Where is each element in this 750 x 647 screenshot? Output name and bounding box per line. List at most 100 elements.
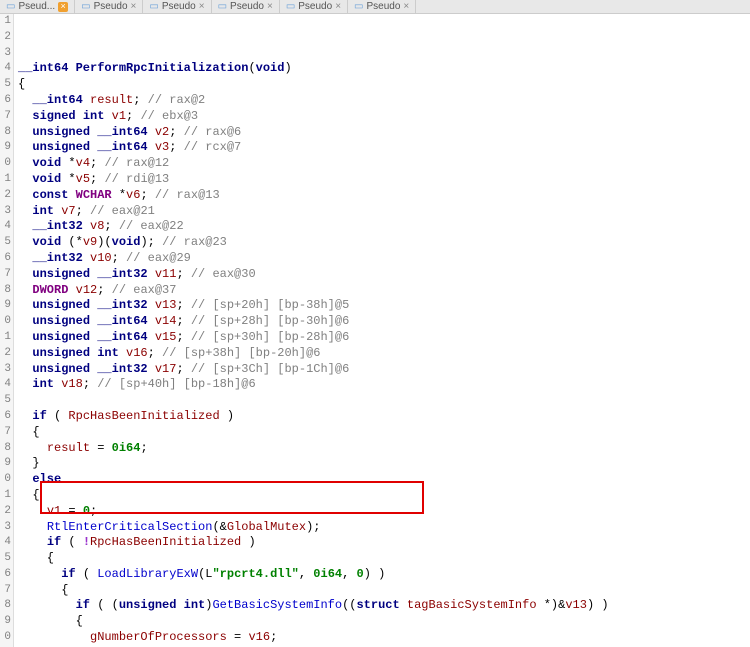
gutter-line: 5: [0, 393, 11, 409]
token-sym: ;: [90, 504, 97, 518]
token-sym: [18, 504, 47, 518]
token-sym: *: [119, 188, 126, 202]
code-line[interactable]: if ( LoadLibraryExW(L"rpcrt4.dll", 0i64,…: [18, 567, 750, 583]
token-sym: [18, 109, 32, 123]
gutter-line: 7: [0, 267, 11, 283]
token-sym: [18, 598, 76, 612]
gutter-line: 0: [0, 156, 11, 172]
token-sym: ;: [90, 172, 104, 186]
tab[interactable]: ▭Pseudo×: [75, 0, 143, 13]
token-sym: {: [18, 583, 68, 597]
code-line[interactable]: unsigned __int32 v17; // [sp+3Ch] [bp-1C…: [18, 362, 750, 378]
code-line[interactable]: gNumberOfProcessors = v16;: [18, 630, 750, 646]
code-line[interactable]: unsigned __int32 v11; // eax@30: [18, 267, 750, 283]
token-kw: __int64: [18, 61, 76, 75]
code-line[interactable]: result = 0i64;: [18, 441, 750, 457]
token-kw: void: [32, 156, 68, 170]
token-id: v12: [76, 283, 98, 297]
code-line[interactable]: {: [18, 488, 750, 504]
token-sym: ;: [104, 219, 118, 233]
code-line[interactable]: void *v4; // rax@12: [18, 156, 750, 172]
code-line[interactable]: {: [18, 583, 750, 599]
close-icon[interactable]: ×: [267, 1, 273, 12]
token-num: 0: [83, 504, 90, 518]
token-sym: (&: [212, 520, 226, 534]
code-line[interactable]: else: [18, 472, 750, 488]
code-line[interactable]: DWORD v12; // eax@37: [18, 283, 750, 299]
token-sym: ;: [169, 125, 183, 139]
code-line[interactable]: __int32 v10; // eax@29: [18, 251, 750, 267]
code-line[interactable]: unsigned __int64 v2; // rax@6: [18, 125, 750, 141]
token-sym: [18, 188, 32, 202]
code-line[interactable]: __int64 PerformRpcInitialization(void): [18, 61, 750, 77]
gutter-line: 3: [0, 362, 11, 378]
code-line[interactable]: v1 = 0;: [18, 504, 750, 520]
code-line[interactable]: __int64 result; // rax@2: [18, 93, 750, 109]
code-line[interactable]: }: [18, 456, 750, 472]
token-sym: ,: [299, 567, 313, 581]
code-line[interactable]: signed int v1; // ebx@3: [18, 109, 750, 125]
code-editor[interactable]: 1234567890123456789012345678901234567890…: [0, 14, 750, 647]
token-cmt: // rax@2: [148, 93, 206, 107]
gutter-line: 0: [0, 630, 11, 646]
token-sym: ,: [342, 567, 356, 581]
token-sym: );: [140, 235, 162, 249]
tab[interactable]: ▭Pseudo×: [143, 0, 211, 13]
close-icon[interactable]: ×: [58, 2, 68, 12]
code-line[interactable]: [18, 393, 750, 409]
code-line[interactable]: unsigned __int64 v14; // [sp+28h] [bp-30…: [18, 314, 750, 330]
token-sym: {: [18, 488, 40, 502]
token-sym: (*: [68, 235, 82, 249]
token-sym: (: [61, 535, 83, 549]
token-id: v13: [155, 298, 177, 312]
token-sym: (: [248, 61, 255, 75]
close-icon[interactable]: ×: [403, 1, 409, 12]
token-kw: unsigned __int32: [32, 298, 154, 312]
gutter-line: 3: [0, 520, 11, 536]
token-sym: ;: [176, 298, 190, 312]
token-cmt: // eax@29: [126, 251, 191, 265]
gutter-line: 9: [0, 298, 11, 314]
code-area[interactable]: __int64 PerformRpcInitialization(void){ …: [14, 14, 750, 647]
tab[interactable]: ▭Pseud...×: [0, 0, 75, 13]
code-line[interactable]: unsigned int v16; // [sp+38h] [bp-20h]@6: [18, 346, 750, 362]
code-line[interactable]: RtlEnterCriticalSection(&GlobalMutex);: [18, 520, 750, 536]
line-gutter: 1234567890123456789012345678901234567890: [0, 14, 14, 647]
gutter-line: 5: [0, 235, 11, 251]
token-sym: [18, 204, 32, 218]
code-line[interactable]: int v18; // [sp+40h] [bp-18h]@6: [18, 377, 750, 393]
close-icon[interactable]: ×: [335, 1, 341, 12]
code-line[interactable]: {: [18, 77, 750, 93]
token-sym: [18, 219, 32, 233]
gutter-line: 7: [0, 583, 11, 599]
token-cmt: // rax@12: [104, 156, 169, 170]
code-line[interactable]: if ( !RpcHasBeenInitialized ): [18, 535, 750, 551]
close-icon[interactable]: ×: [199, 1, 205, 12]
code-line[interactable]: {: [18, 551, 750, 567]
token-call: RtlEnterCriticalSection: [47, 520, 213, 534]
code-line[interactable]: if ( (unsigned int)GetBasicSystemInfo((s…: [18, 598, 750, 614]
code-line[interactable]: void (*v9)(void); // rax@23: [18, 235, 750, 251]
token-ty: DWORD: [32, 283, 75, 297]
tab[interactable]: ▭Pseudo×: [212, 0, 280, 13]
code-line[interactable]: int v7; // eax@21: [18, 204, 750, 220]
code-line[interactable]: __int32 v8; // eax@22: [18, 219, 750, 235]
code-line[interactable]: {: [18, 614, 750, 630]
token-call: LoadLibraryExW: [97, 567, 198, 581]
gutter-line: 4: [0, 61, 11, 77]
token-id: v14: [155, 314, 177, 328]
token-sym: );: [306, 520, 320, 534]
code-line[interactable]: unsigned __int64 v3; // rcx@7: [18, 140, 750, 156]
token-id: v4: [76, 156, 90, 170]
tab[interactable]: ▭Pseudo×: [348, 0, 416, 13]
token-op: !: [83, 535, 90, 549]
code-line[interactable]: const WCHAR *v6; // rax@13: [18, 188, 750, 204]
code-line[interactable]: void *v5; // rdi@13: [18, 172, 750, 188]
code-line[interactable]: unsigned __int64 v15; // [sp+30h] [bp-28…: [18, 330, 750, 346]
tab[interactable]: ▭Pseudo×: [280, 0, 348, 13]
code-line[interactable]: {: [18, 425, 750, 441]
code-line[interactable]: unsigned __int32 v13; // [sp+20h] [bp-38…: [18, 298, 750, 314]
token-id: v13: [565, 598, 587, 612]
code-line[interactable]: if ( RpcHasBeenInitialized ): [18, 409, 750, 425]
close-icon[interactable]: ×: [131, 1, 137, 12]
